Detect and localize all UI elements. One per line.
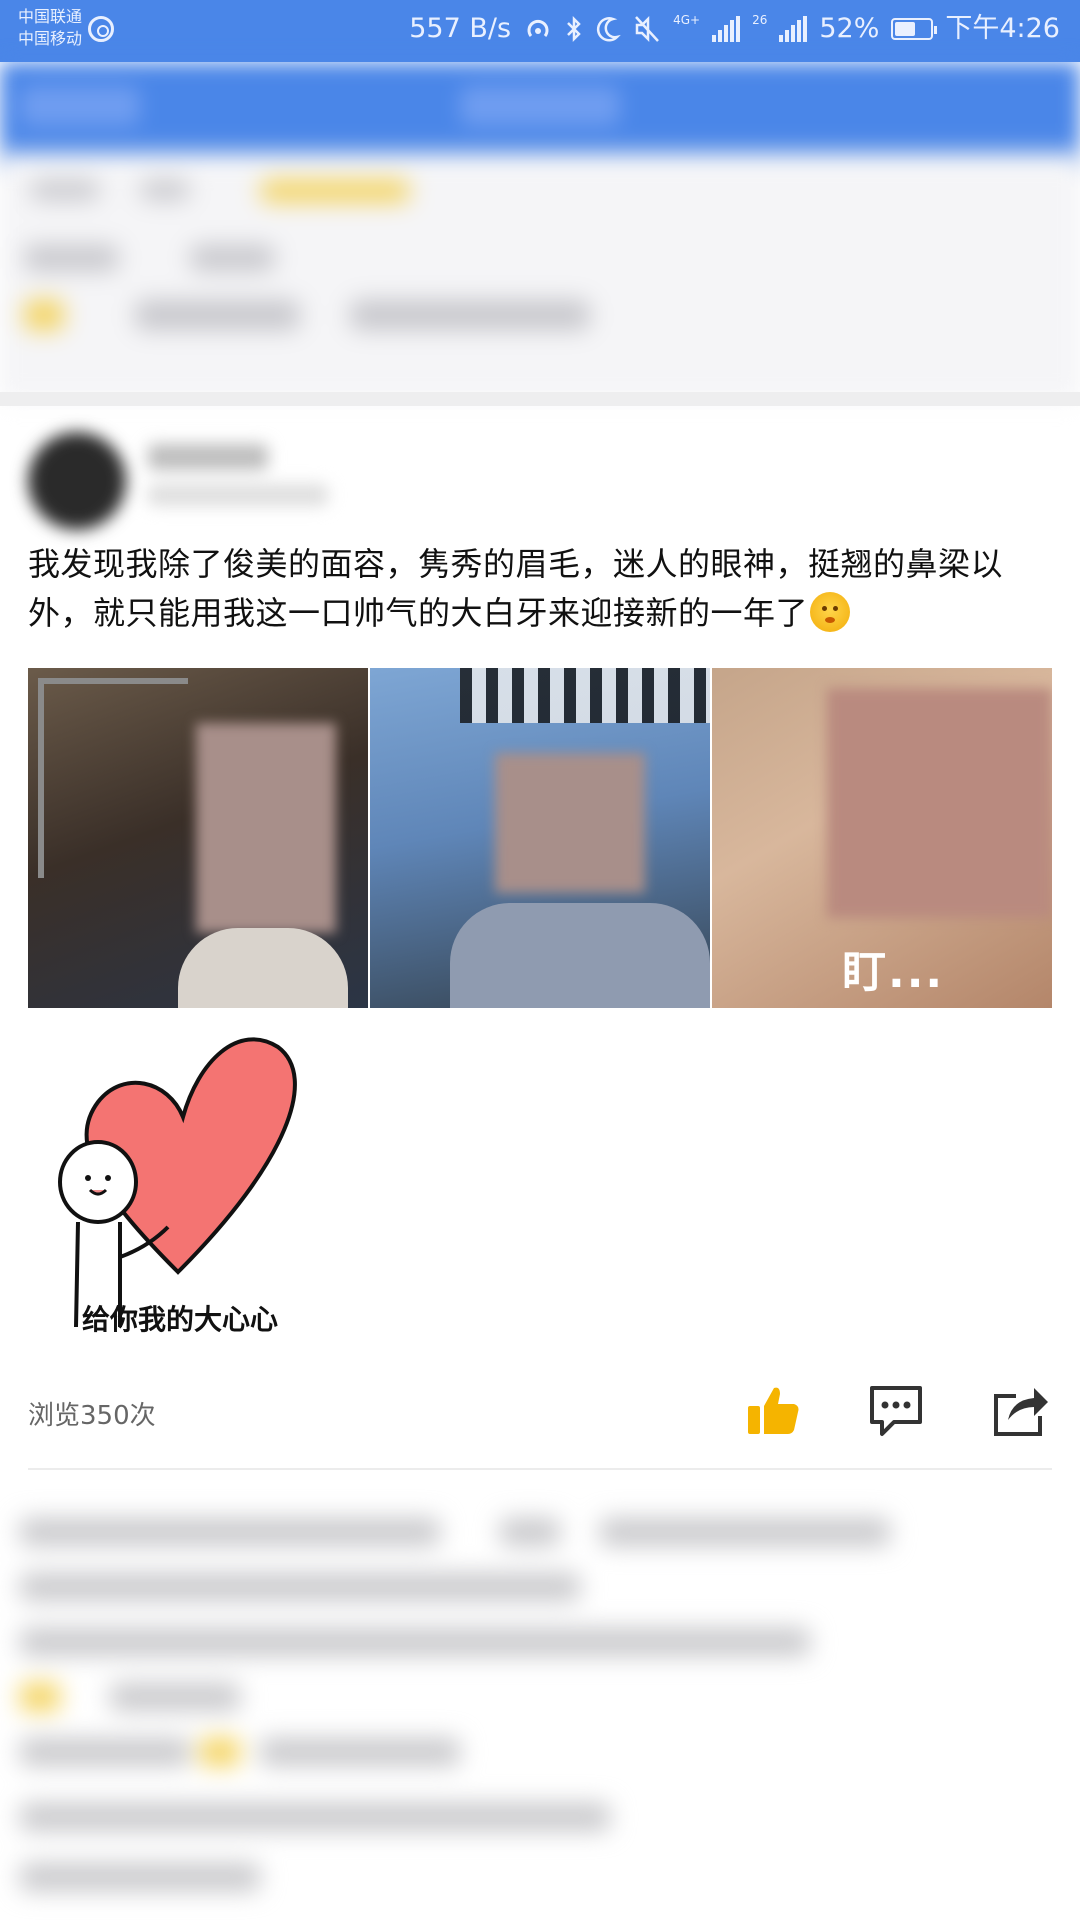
header-blurred-item — [20, 86, 140, 126]
battery-percent: 52% — [819, 13, 880, 44]
status-bar: 中国联通 中国移动 557 B/s 4G+ 26 52% 下午4:26 — [0, 0, 1080, 62]
blurred-item — [24, 300, 64, 330]
blurred-item — [140, 180, 190, 200]
avatar[interactable] — [28, 432, 126, 530]
carrier-2: 中国移动 — [18, 29, 83, 48]
post-text: 我发现我除了俊美的面容，隽秀的眉毛，迷人的眼神，挺翘的鼻梁以外，就只能用我这一口… — [28, 540, 1058, 638]
status-indicators: 557 B/s 4G+ 26 52% 下午4:26 — [409, 10, 1060, 48]
moon-icon — [596, 17, 621, 42]
blurred-comment-line — [110, 1683, 240, 1711]
carrier-signal-icon — [88, 16, 114, 42]
app-header-blurred — [0, 62, 1080, 172]
carrier-1: 中国联通 — [18, 7, 83, 26]
bunk-bed-frame — [38, 678, 188, 878]
photo-caption: 盯... — [842, 947, 945, 998]
blurred-face — [196, 723, 336, 933]
blurred-comment-line — [500, 1518, 560, 1546]
blurred-comment-line — [600, 1518, 890, 1546]
network-speed: 557 B/s — [409, 13, 512, 44]
blurred-comment-line — [20, 1518, 440, 1546]
post-author-blurred[interactable] — [28, 424, 408, 534]
post-photo-1[interactable] — [28, 668, 368, 1008]
blurred-item — [190, 245, 275, 271]
comment-icon[interactable] — [866, 1380, 926, 1440]
hotspot-icon — [527, 19, 549, 37]
post-photo-3[interactable]: 盯... — [712, 668, 1052, 1008]
blurred-comment-line — [20, 1863, 260, 1891]
author-name-blurred — [148, 444, 268, 470]
blurred-comment-line — [20, 1803, 610, 1831]
blurred-item — [135, 300, 300, 330]
carrier-labels: 中国联通 中国移动 — [18, 6, 82, 50]
signal-icon — [712, 16, 741, 42]
blurred-comment-line — [20, 1628, 810, 1656]
section-divider — [0, 392, 1080, 406]
view-count: 浏览350次 — [28, 1401, 156, 1431]
network-type-label-2: 26 — [752, 13, 768, 27]
comments-blurred — [0, 1478, 1080, 1920]
blushing-emoji-icon — [810, 592, 851, 632]
header-blurred-item — [460, 86, 620, 126]
like-icon[interactable] — [742, 1380, 802, 1440]
bluetooth-icon — [567, 15, 581, 43]
blurred-item — [30, 180, 100, 200]
post-photo-2[interactable] — [370, 668, 710, 1008]
signal-icon — [779, 16, 808, 42]
battery-icon — [891, 18, 938, 40]
blurred-comment-line — [20, 1738, 190, 1766]
network-type-label: 4G+ — [673, 13, 701, 27]
sticker-caption: 给你我的大心心 — [82, 1303, 279, 1336]
person-arm — [178, 928, 348, 1008]
clock: 下午4:26 — [945, 13, 1060, 44]
blurred-item — [260, 180, 410, 202]
wall-sticker-strip — [460, 668, 710, 723]
post-time-blurred — [148, 484, 328, 506]
blurred-comment-line — [20, 1683, 60, 1711]
blurred-item — [350, 300, 590, 330]
heart-sticker[interactable]: 给你我的大心心 — [28, 1022, 368, 1350]
blurred-comment-line — [260, 1738, 460, 1766]
blurred-item — [24, 245, 119, 271]
person-shirt — [450, 903, 710, 1008]
post-body: 我发现我除了俊美的面容，隽秀的眉毛，迷人的眼神，挺翘的鼻梁以外，就只能用我这一口… — [28, 545, 1004, 632]
share-icon[interactable] — [990, 1380, 1050, 1440]
blurred-face — [827, 688, 1052, 918]
blurred-section — [0, 160, 1080, 400]
blurred-comment-line — [200, 1738, 240, 1766]
divider — [28, 1468, 1052, 1470]
mute-icon — [635, 15, 659, 43]
blurred-face — [495, 753, 645, 893]
blurred-comment-line — [20, 1573, 580, 1601]
